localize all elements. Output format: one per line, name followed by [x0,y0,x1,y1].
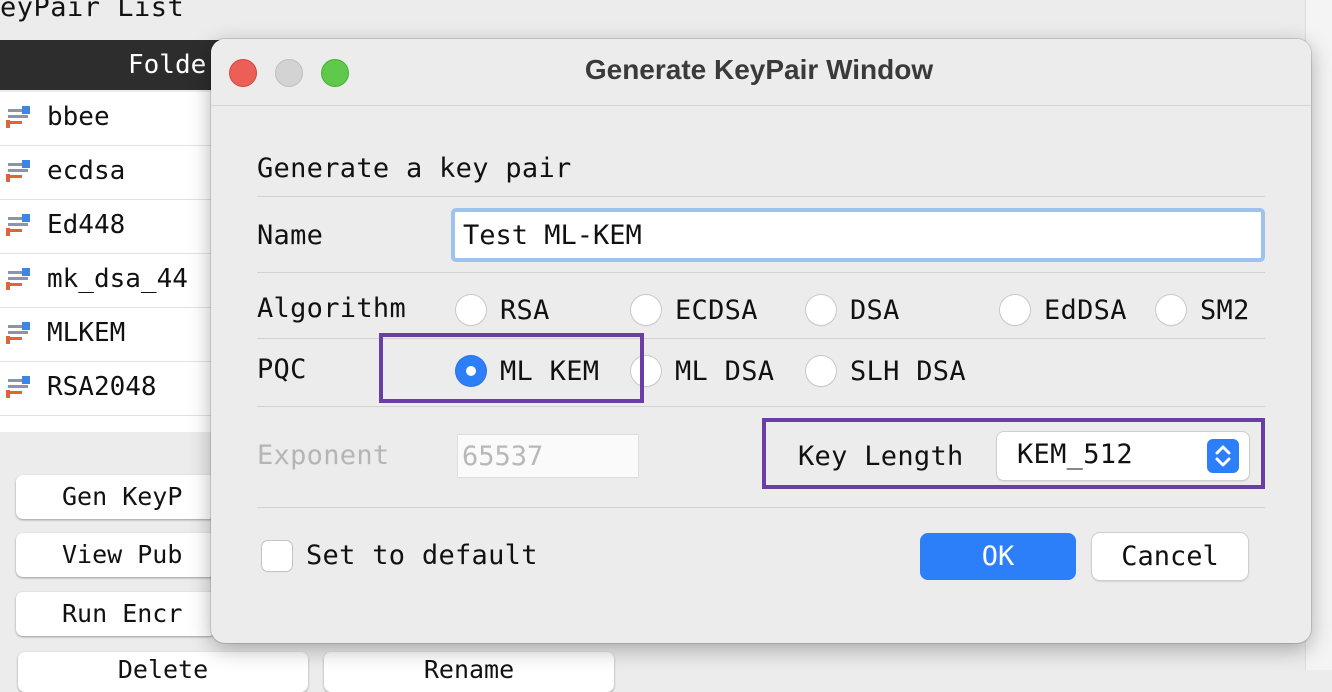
keypair-list[interactable]: bbee ecdsa Ed448 mk_dsa_44 MLKEM RSA2048 [0,92,230,432]
radio-ecdsa-label[interactable]: ECDSA [675,295,758,326]
name-label: Name [257,220,324,251]
radio-eddsa[interactable] [1000,295,1030,325]
radio-slh-dsa-label[interactable]: SLH DSA [850,356,966,387]
dialog-title-text: Generate KeyPair Window [584,54,934,85]
ok-button[interactable]: OK [920,533,1076,580]
gen-keypair-button[interactable]: Gen KeyP [16,475,216,519]
view-public-label: View Pub [62,540,183,569]
list-item[interactable]: RSA2048 [0,362,230,416]
run-encrypt-button[interactable]: Run Encr [16,592,216,636]
divider [257,406,1265,407]
exponent-label: Exponent [257,440,390,471]
divider [257,272,1265,273]
exponent-input[interactable] [457,434,639,478]
window-title: eyPair List [0,0,185,23]
list-item[interactable]: bbee [0,92,230,146]
generate-keypair-dialog: Generate KeyPair Window Generate a key p… [211,39,1311,643]
list-item-label: MLKEM [47,318,126,348]
keypair-file-icon [6,376,30,398]
pqc-highlight-box [379,333,644,403]
gen-keypair-label: Gen KeyP [62,482,183,511]
dialog-titlebar: Generate KeyPair Window [211,39,1311,106]
keypair-file-icon [6,106,30,128]
list-item[interactable]: ecdsa [0,146,230,200]
radio-eddsa-label[interactable]: EdDSA [1044,295,1127,326]
radio-rsa-label[interactable]: RSA [500,295,550,326]
list-item-label: ecdsa [47,156,126,186]
dialog-heading: Generate a key pair [257,153,572,184]
radio-sm2[interactable] [1156,295,1186,325]
cancel-button[interactable]: Cancel [1092,533,1248,580]
key-length-highlight-box [762,418,1265,489]
pqc-label: PQC [257,354,307,385]
list-item[interactable]: MLKEM [0,308,230,362]
set-default-checkbox[interactable] [262,541,292,571]
divider [257,196,1265,197]
radio-dsa[interactable] [806,295,836,325]
algorithm-label: Algorithm [257,293,406,324]
radio-rsa[interactable] [456,295,486,325]
divider [257,507,1265,508]
delete-button[interactable]: Delete [18,652,308,692]
run-encrypt-label: Run Encr [62,599,183,628]
folder-column-header[interactable]: Folde [0,40,230,90]
dialog-title: Generate KeyPair Window [211,54,1311,86]
keypair-file-icon [6,214,30,236]
folder-header-label: Folde [128,50,207,80]
rename-button[interactable]: Rename [324,652,614,692]
list-item[interactable]: Ed448 [0,200,230,254]
list-item-label: bbee [47,102,110,132]
radio-sm2-label[interactable]: SM2 [1200,295,1250,326]
set-default-label[interactable]: Set to default [306,540,538,571]
keypair-file-icon [6,322,30,344]
list-item-label: RSA2048 [47,372,157,402]
radio-dsa-label[interactable]: DSA [850,295,900,326]
list-item[interactable]: mk_dsa_44 [0,254,230,308]
list-item-label: mk_dsa_44 [47,264,188,294]
ok-label: OK [981,541,1015,572]
keypair-file-icon [6,268,30,290]
keypair-file-icon [6,160,30,182]
name-input[interactable] [451,208,1265,262]
view-public-button[interactable]: View Pub [16,533,216,577]
radio-ecdsa[interactable] [631,295,661,325]
cancel-label: Cancel [1121,541,1219,572]
list-item-label: Ed448 [47,210,126,240]
radio-slh-dsa[interactable] [806,356,836,386]
radio-ml-dsa-label[interactable]: ML DSA [675,356,774,387]
